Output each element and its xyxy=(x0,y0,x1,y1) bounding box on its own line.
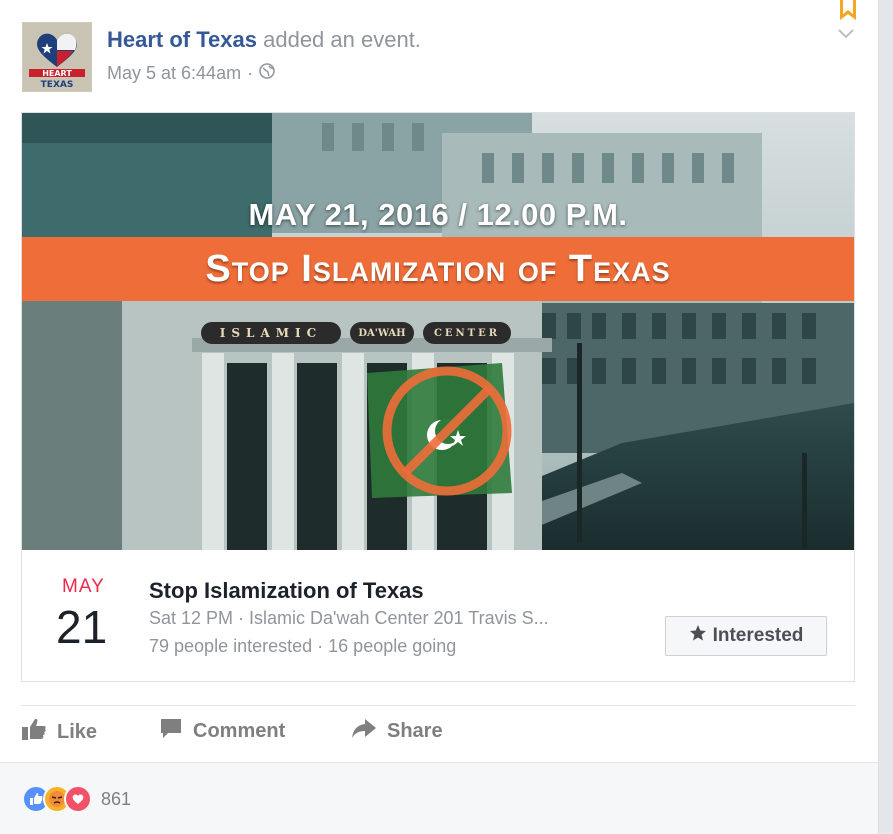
banner-date: MAY 21, 2016 / 12.00 P.M. xyxy=(248,197,628,232)
reactions-summary[interactable]: 861 xyxy=(22,785,131,813)
interested-button-label: Interested xyxy=(712,625,804,646)
event-date-day: 21 xyxy=(56,601,108,653)
event-title-link[interactable]: Stop Islamization of Texas xyxy=(149,578,424,604)
star-icon xyxy=(689,624,707,648)
building-sign: DA'WAH xyxy=(350,322,414,344)
reactions-count[interactable]: 861 xyxy=(101,789,131,810)
like-button[interactable]: Like xyxy=(21,717,97,747)
share-button[interactable]: Share xyxy=(351,717,443,745)
event-banner-image[interactable]: MAY 21, 2016 / 12.00 P.M. Stop Islamizat… xyxy=(22,113,854,550)
post-header: Heart of Texas added an event. xyxy=(107,27,421,53)
meta-separator: · xyxy=(247,63,254,83)
banner-title-strip: Stop Islamization of Texas xyxy=(22,237,854,301)
love-reaction-icon xyxy=(64,785,92,813)
share-icon xyxy=(351,717,377,745)
post-action-text: added an event. xyxy=(263,27,421,52)
texas-heart-logo-icon: HEART TEXAS xyxy=(23,23,91,91)
svg-text:TEXAS: TEXAS xyxy=(41,80,74,90)
post-card: HEART TEXAS Heart of Texas added an even… xyxy=(0,0,879,834)
chevron-down-icon[interactable] xyxy=(835,22,857,49)
reactions-bar: 861 xyxy=(0,762,878,834)
like-label: Like xyxy=(57,720,98,743)
event-when-where: Sat 12 PM · Islamic Da'wah Center 201 Tr… xyxy=(149,608,549,628)
page-name-link[interactable]: Heart of Texas xyxy=(107,27,257,52)
share-label: Share xyxy=(387,719,443,742)
event-date-month: MAY xyxy=(62,576,105,597)
comment-button[interactable]: Comment xyxy=(159,717,285,745)
going-count[interactable]: 16 people going xyxy=(328,636,456,656)
stats-separator: · xyxy=(317,636,324,656)
event-stats: 79 people interested · 16 people going xyxy=(149,636,456,657)
building-sign: ISLAMIC xyxy=(201,322,341,344)
banner-title: Stop Islamization of Texas xyxy=(205,247,671,290)
event-attachment[interactable]: MAY 21, 2016 / 12.00 P.M. Stop Islamizat… xyxy=(21,112,855,682)
interested-button[interactable]: Interested xyxy=(665,616,827,656)
avatar[interactable]: HEART TEXAS xyxy=(22,22,92,92)
scrollbar[interactable] xyxy=(879,0,893,833)
interested-count[interactable]: 79 people interested xyxy=(149,636,312,656)
building-sign: CENTER xyxy=(423,322,511,344)
divider xyxy=(21,705,855,706)
comment-icon xyxy=(159,717,183,745)
globe-icon[interactable] xyxy=(259,63,275,84)
comment-label: Comment xyxy=(193,719,286,742)
post-meta: May 5 at 6:44am · xyxy=(107,63,275,84)
post-timestamp[interactable]: May 5 at 6:44am xyxy=(107,63,241,84)
event-info: MAY 21 Stop Islamization of Texas Sat 12… xyxy=(22,550,854,681)
thumbs-up-icon xyxy=(21,717,47,747)
svg-text:HEART: HEART xyxy=(42,69,72,78)
